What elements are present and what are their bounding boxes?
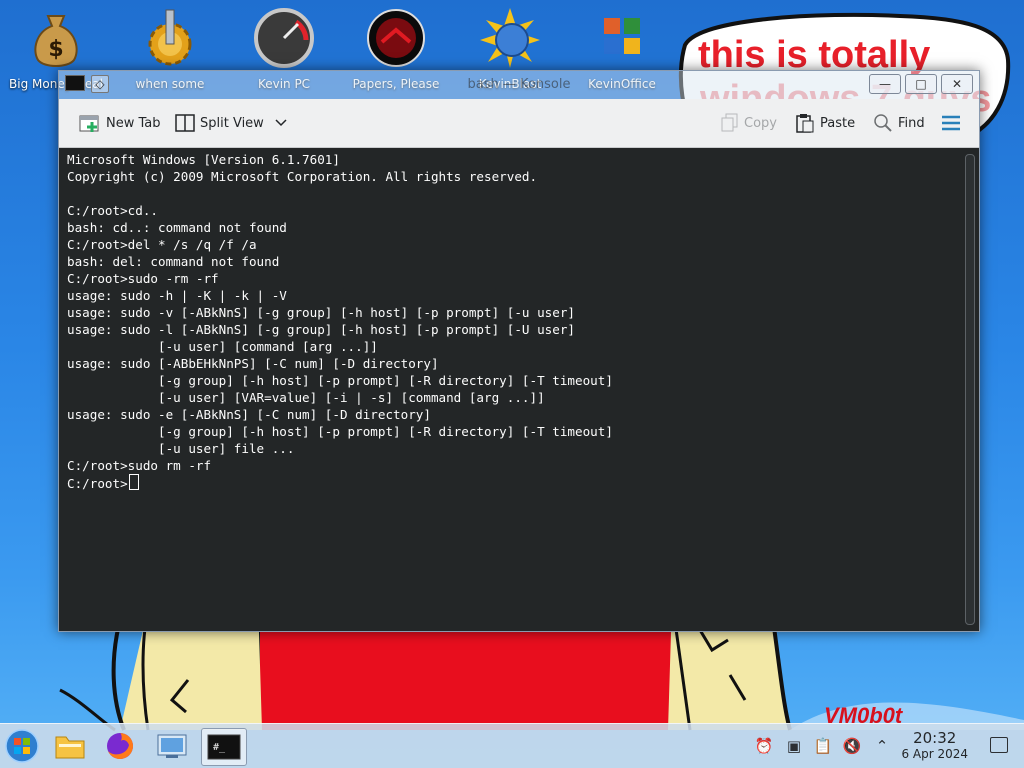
search-icon xyxy=(874,114,892,132)
taskbar-firefox[interactable] xyxy=(98,728,142,764)
hamburger-menu-button[interactable] xyxy=(941,111,966,135)
globe-disc-icon xyxy=(478,6,542,70)
new-tab-icon xyxy=(79,115,99,132)
terminal-output[interactable]: Microsoft Windows [Version 6.1.7601] Cop… xyxy=(59,148,979,631)
terminal-line: [-u user] file ... xyxy=(67,441,295,456)
notifications-icon[interactable]: ⏰ xyxy=(754,736,774,756)
clipboard-icon[interactable]: 📋 xyxy=(813,736,833,756)
new-tab-label: New Tab xyxy=(106,115,161,131)
terminal-scrollbar[interactable] xyxy=(965,154,975,625)
close-button[interactable]: ✕ xyxy=(941,74,973,94)
taskbar-file-manager[interactable] xyxy=(48,728,92,764)
paste-button[interactable]: Paste xyxy=(795,111,855,135)
find-button[interactable]: Find xyxy=(873,111,925,135)
split-view-icon xyxy=(175,114,195,132)
terminal-line: usage: sudo [-ABbEHkNnPS] [-C num] [-D d… xyxy=(67,356,439,371)
terminal-line: [-u user] [command [arg ...]] xyxy=(67,339,378,354)
system-clock[interactable]: 20:32 6 Apr 2024 xyxy=(901,730,968,762)
find-label: Find xyxy=(898,115,925,131)
svg-text:#_: #_ xyxy=(213,742,226,753)
terminal-line: bash: cd..: command not found xyxy=(67,220,287,235)
file-manager-icon xyxy=(55,736,85,759)
terminal-line: bash: del: command not found xyxy=(67,254,280,269)
network-icon[interactable]: ▣ xyxy=(784,736,804,756)
new-tab-button[interactable]: New Tab xyxy=(79,111,161,135)
konsole-toolbar: New Tab Split View Copy Paste Find xyxy=(59,99,979,148)
window-title: bash — Konsole xyxy=(467,77,571,92)
maximize-button[interactable]: □ xyxy=(905,74,937,94)
office-logo-icon xyxy=(590,6,654,70)
terminal-line: C:/root>sudo -rm -rf xyxy=(67,271,219,286)
terminal-icon: #_ xyxy=(207,734,241,760)
taskbar-control-panel[interactable] xyxy=(150,728,194,764)
copy-button[interactable]: Copy xyxy=(721,111,777,135)
control-panel-icon xyxy=(157,734,187,758)
clock-time: 20:32 xyxy=(913,729,957,747)
chevron-up-icon[interactable]: ⌃ xyxy=(872,736,892,756)
terminal-line: C:/root>cd.. xyxy=(67,203,158,218)
gear-icon xyxy=(138,6,202,70)
terminal-line: [-g group] [-h host] [-p prompt] [-R dir… xyxy=(67,424,613,439)
text-cursor xyxy=(128,474,139,490)
konsole-window[interactable]: ◇ bash — Konsole — □ ✕ New Tab Split Vie… xyxy=(58,70,980,632)
split-view-button[interactable]: Split View xyxy=(175,111,293,135)
start-orb-icon xyxy=(5,729,39,763)
split-view-label: Split View xyxy=(200,115,264,131)
firefox-icon xyxy=(107,733,133,759)
paste-label: Paste xyxy=(820,115,856,131)
minimize-button[interactable]: — xyxy=(869,74,901,94)
speedometer-icon xyxy=(252,6,316,70)
terminal-prompt: C:/root> xyxy=(67,476,128,491)
terminal-line: Microsoft Windows [Version 6.1.7601] xyxy=(67,152,340,167)
terminal-line: usage: sudo -h | -K | -k | -V xyxy=(67,288,287,303)
chevron-down-icon xyxy=(275,119,287,127)
copy-label: Copy xyxy=(744,115,777,131)
terminal-line: [-g group] [-h host] [-p prompt] [-R dir… xyxy=(67,373,613,388)
taskbar: #_ ⏰ ▣ 📋 🔇 ⌃ 20:32 6 Apr 2024 xyxy=(0,723,1024,768)
show-desktop-button[interactable] xyxy=(990,737,1008,753)
terminal-line: [-u user] [VAR=value] [-i | -s] [command… xyxy=(67,390,545,405)
window-titlebar[interactable]: ◇ bash — Konsole — □ ✕ xyxy=(59,71,979,100)
clock-date: 6 Apr 2024 xyxy=(901,747,968,761)
terminal-line: C:/root>sudo rm -rf xyxy=(67,458,212,473)
terminal-line: Copyright (c) 2009 Microsoft Corporation… xyxy=(67,169,538,184)
hamburger-menu-icon xyxy=(942,115,960,131)
money-bag-icon: $ xyxy=(24,6,88,70)
terminal-line: usage: sudo -e [-ABkNnS] [-C num] [-D di… xyxy=(67,407,431,422)
terminal-text: Microsoft Windows [Version 6.1.7601] Cop… xyxy=(59,148,979,495)
terminal-line: usage: sudo -l [-ABkNnS] [-g group] [-h … xyxy=(67,322,575,337)
terminal-line: C:/root>del * /s /q /f /a xyxy=(67,237,257,252)
red-seal-icon xyxy=(364,6,428,70)
taskbar-terminal[interactable]: #_ xyxy=(201,728,247,766)
svg-text:$: $ xyxy=(48,37,63,62)
paste-icon xyxy=(796,114,814,133)
volume-muted-icon[interactable]: 🔇 xyxy=(842,736,862,756)
terminal-line: usage: sudo -v [-ABkNnS] [-g group] [-h … xyxy=(67,305,575,320)
start-button[interactable] xyxy=(0,728,44,764)
copy-icon xyxy=(721,113,738,132)
